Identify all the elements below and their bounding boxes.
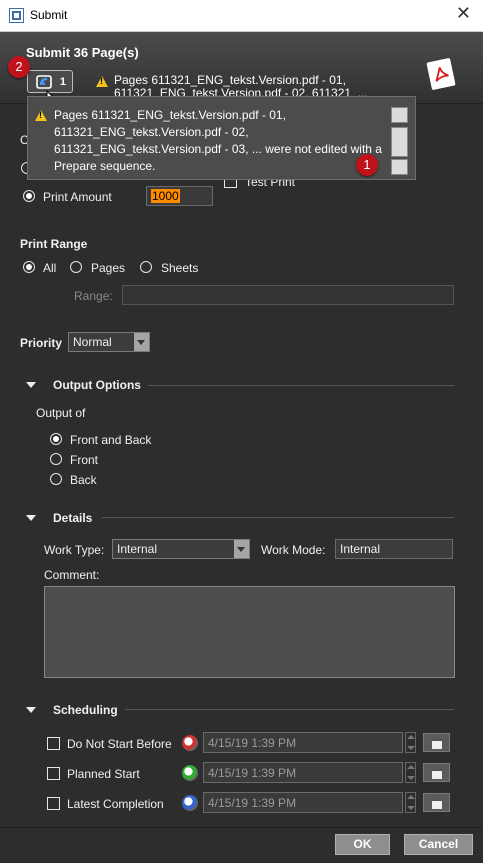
scroll-up-button[interactable] bbox=[391, 107, 408, 123]
message-count: 1 bbox=[59, 76, 66, 88]
warning-icon bbox=[35, 110, 47, 121]
tooltip-scrollbar[interactable] bbox=[391, 107, 408, 175]
divider bbox=[102, 517, 454, 518]
calendar-icon[interactable] bbox=[423, 763, 450, 782]
details-heading: Details bbox=[53, 511, 93, 525]
work-mode-label: Work Mode: bbox=[261, 543, 326, 557]
date-spinner[interactable] bbox=[405, 792, 416, 813]
calendar-icon[interactable] bbox=[423, 793, 450, 812]
range-input[interactable] bbox=[122, 285, 454, 305]
tooltip-text: Pages 611321_ENG_tekst.Version.pdf - 01,… bbox=[54, 108, 382, 173]
front-radio[interactable] bbox=[50, 453, 62, 465]
clock-stop-icon bbox=[182, 735, 198, 751]
print-amount-value: 1000 bbox=[151, 189, 180, 203]
comment-textarea[interactable] bbox=[44, 586, 455, 678]
range-pages-label: Pages bbox=[91, 261, 126, 275]
priority-value: Normal bbox=[73, 335, 112, 349]
front-and-back-label: Front and Back bbox=[70, 433, 152, 447]
warning-icon bbox=[96, 76, 108, 87]
work-type-value: Internal bbox=[117, 542, 158, 556]
range-label: Range: bbox=[74, 289, 113, 303]
pdf-icon bbox=[426, 57, 456, 91]
back-label: Back bbox=[70, 473, 97, 487]
divider bbox=[125, 709, 454, 710]
app-icon bbox=[9, 8, 24, 23]
work-type-label: Work Type: bbox=[44, 543, 105, 557]
collapse-triangle-icon[interactable] bbox=[26, 515, 36, 521]
front-and-back-radio[interactable] bbox=[50, 433, 62, 445]
dialog-footer: OK Cancel bbox=[0, 827, 483, 863]
title-bar: Submit ✕ bbox=[0, 0, 483, 32]
planned-start-date[interactable]: 4/15/19 1:39 PM bbox=[203, 762, 403, 783]
latest-completion-checkbox[interactable] bbox=[47, 797, 60, 810]
work-mode-input[interactable]: Internal bbox=[335, 539, 453, 559]
date-spinner[interactable] bbox=[405, 732, 416, 753]
priority-select[interactable]: Normal bbox=[68, 332, 150, 352]
print-amount-radio[interactable] bbox=[23, 190, 35, 202]
print-amount-label: Print Amount bbox=[43, 190, 112, 204]
priority-label: Priority bbox=[20, 336, 63, 350]
callout-badge-1: 1 bbox=[356, 154, 378, 176]
warning-line-1: Pages 611321_ENG_tekst.Version.pdf - 01, bbox=[114, 73, 346, 87]
divider bbox=[148, 385, 454, 386]
collapse-triangle-icon[interactable] bbox=[26, 707, 36, 713]
back-radio[interactable] bbox=[50, 473, 62, 485]
output-of-label: Output of bbox=[36, 406, 86, 420]
cancel-button[interactable]: Cancel bbox=[404, 834, 473, 855]
main-panel: C Test Print Print Amount 1000 Print Ran… bbox=[0, 105, 483, 827]
submit-header: Submit 36 Page(s) 1 Pages 611321_ENG_tek… bbox=[0, 32, 483, 104]
range-sheets-radio[interactable] bbox=[140, 261, 152, 273]
latest-completion-label: Latest Completion bbox=[67, 797, 164, 811]
chevron-down-icon bbox=[134, 333, 149, 351]
calendar-icon[interactable] bbox=[423, 733, 450, 752]
callout-badge-2: 2 bbox=[8, 56, 30, 78]
clock-end-icon bbox=[182, 795, 198, 811]
scroll-thumb[interactable] bbox=[391, 127, 408, 157]
do-not-start-before-checkbox[interactable] bbox=[47, 737, 60, 750]
chevron-down-icon bbox=[234, 540, 249, 558]
range-sheets-label: Sheets bbox=[161, 261, 199, 275]
close-icon[interactable]: ✕ bbox=[456, 3, 471, 24]
scroll-down-button[interactable] bbox=[391, 159, 408, 175]
window-title: Submit bbox=[30, 8, 68, 22]
range-all-radio[interactable] bbox=[23, 261, 35, 273]
work-type-select[interactable]: Internal bbox=[112, 539, 250, 559]
ok-button[interactable]: OK bbox=[335, 834, 390, 855]
message-icon bbox=[36, 75, 52, 89]
page-title: Submit 36 Page(s) bbox=[26, 45, 139, 60]
print-amount-input[interactable]: 1000 bbox=[146, 186, 213, 206]
range-pages-radio[interactable] bbox=[70, 261, 82, 273]
collapse-triangle-icon[interactable] bbox=[26, 382, 36, 388]
range-all-label: All bbox=[43, 261, 57, 275]
do-not-start-before-label: Do Not Start Before bbox=[67, 737, 172, 751]
print-range-heading: Print Range bbox=[20, 237, 88, 251]
output-options-heading: Output Options bbox=[53, 378, 141, 392]
planned-start-checkbox[interactable] bbox=[47, 767, 60, 780]
front-label: Front bbox=[70, 453, 99, 467]
date-spinner[interactable] bbox=[405, 762, 416, 783]
planned-start-label: Planned Start bbox=[67, 767, 140, 781]
latest-completion-date[interactable]: 4/15/19 1:39 PM bbox=[203, 792, 403, 813]
clock-start-icon bbox=[182, 765, 198, 781]
comment-label: Comment: bbox=[44, 568, 100, 582]
do-not-start-before-date[interactable]: 4/15/19 1:39 PM bbox=[203, 732, 403, 753]
scheduling-heading: Scheduling bbox=[53, 703, 118, 717]
